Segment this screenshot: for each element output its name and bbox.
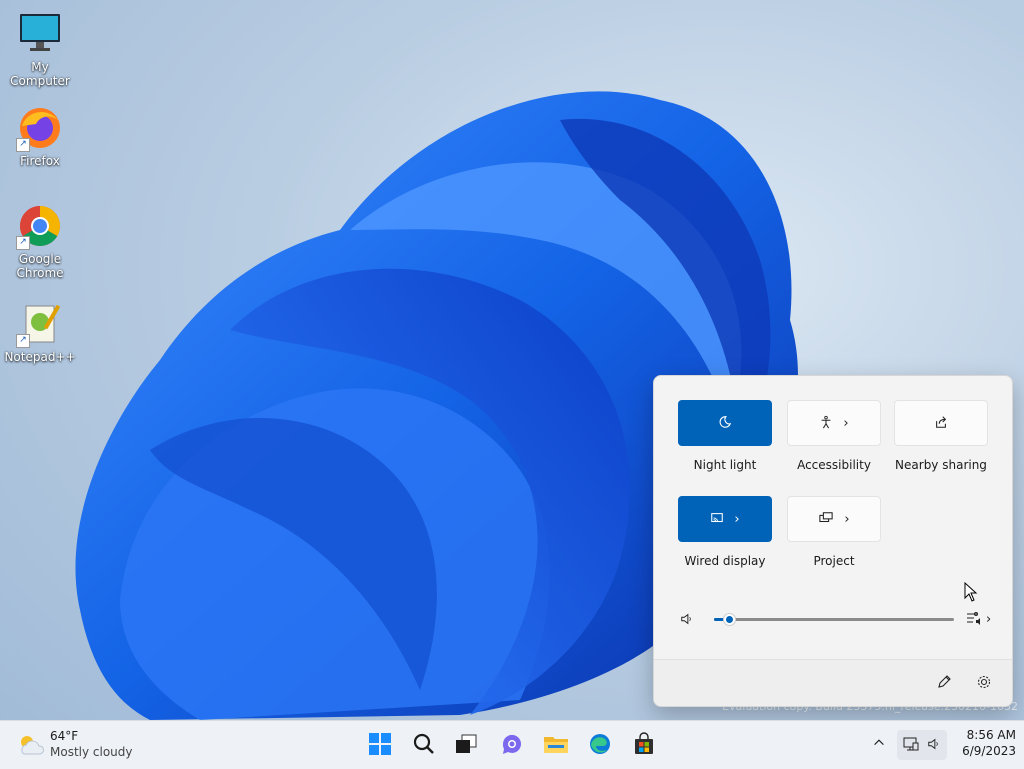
desktop-icon-my-computer[interactable]: My Computer [0, 10, 80, 88]
desktop-icon-label: My Computer [10, 60, 70, 88]
shortcut-arrow-icon: ↗ [16, 138, 30, 152]
nearby-sharing-label: Nearby sharing [895, 458, 987, 472]
clock[interactable]: 8:56 AM 6/9/2023 [952, 728, 1016, 758]
pencil-icon[interactable] [936, 674, 952, 693]
notepadpp-icon: ↗ [16, 300, 64, 348]
share-icon [934, 415, 948, 432]
start-icon [368, 732, 392, 759]
volume-track [714, 618, 954, 621]
taskbar: 64°F Mostly cloudy 8:56 AM 6/9/2023 [0, 720, 1024, 769]
clock-date: 6/9/2023 [962, 744, 1016, 758]
weather-widget[interactable]: 64°F Mostly cloudy [14, 729, 144, 763]
cloudy-icon [16, 733, 46, 760]
cast-icon [710, 511, 724, 528]
file-explorer-icon [543, 732, 569, 759]
wired-display-label: Wired display [684, 554, 766, 568]
start-button[interactable] [364, 729, 396, 761]
chevron-up-icon [872, 738, 886, 752]
computer-icon [16, 10, 64, 58]
audio-output-icon [966, 610, 982, 629]
show-hidden-icons-button[interactable] [868, 735, 890, 755]
chevron-right-icon[interactable]: › [843, 416, 848, 431]
accessibility-toggle[interactable]: › [787, 400, 881, 446]
night-light-label: Night light [693, 458, 757, 472]
search-icon [412, 732, 436, 759]
weather-condition: Mostly cloudy [50, 745, 133, 759]
task-view-button[interactable] [450, 729, 482, 761]
teams-chat-button[interactable] [496, 729, 528, 761]
desktop-icon-chrome[interactable]: ↗ Google Chrome [0, 202, 80, 280]
audio-output-button[interactable]: › [966, 610, 996, 628]
night-light-toggle[interactable] [678, 400, 772, 446]
desktop-icon-label: Firefox [20, 154, 60, 168]
tray-quick-settings-button[interactable] [897, 730, 947, 760]
edge-button[interactable] [584, 729, 616, 761]
quick-settings-footer [654, 659, 1012, 706]
store-button[interactable] [628, 729, 660, 761]
chevron-right-icon[interactable]: › [734, 512, 739, 527]
wired-display-toggle[interactable]: › [678, 496, 772, 542]
nearby-sharing-toggle[interactable] [894, 400, 988, 446]
desktop-icon-label: Notepad++ [4, 350, 76, 364]
weather-temp: 64°F [50, 729, 79, 743]
shortcut-arrow-icon: ↗ [16, 334, 30, 348]
chevron-right-icon[interactable]: › [844, 512, 849, 527]
firefox-icon: ↗ [16, 104, 64, 152]
desktop-icon-notepadpp[interactable]: ↗ Notepad++ [0, 300, 80, 364]
search-button[interactable] [408, 729, 440, 761]
volume-thumb[interactable] [724, 614, 735, 625]
file-explorer-button[interactable] [540, 729, 572, 761]
desktop-icon-label: Google Chrome [16, 252, 64, 280]
mouse-cursor [964, 581, 978, 605]
volume-slider[interactable] [714, 614, 954, 625]
edge-icon [588, 732, 612, 759]
shortcut-arrow-icon: ↗ [16, 236, 30, 250]
project-toggle[interactable]: › [787, 496, 881, 542]
store-icon [632, 731, 656, 759]
accessibility-label: Accessibility [797, 458, 871, 472]
quick-settings-panel: Night light › Accessibility Nearby shari… [653, 375, 1013, 707]
project-icon [818, 511, 834, 528]
chevron-right-icon: › [986, 611, 992, 627]
task-view-icon [454, 732, 478, 759]
network-icon [903, 736, 919, 755]
gear-icon[interactable] [976, 674, 992, 693]
desktop-icon-firefox[interactable]: ↗ Firefox [0, 104, 80, 168]
clock-time: 8:56 AM [966, 728, 1016, 742]
teams-chat-icon [500, 732, 524, 759]
night-light-icon [718, 415, 732, 432]
speaker-icon[interactable] [680, 612, 696, 628]
accessibility-icon [819, 415, 833, 432]
volume-icon [927, 737, 941, 754]
chrome-icon: ↗ [16, 202, 64, 250]
project-label: Project [813, 554, 855, 568]
